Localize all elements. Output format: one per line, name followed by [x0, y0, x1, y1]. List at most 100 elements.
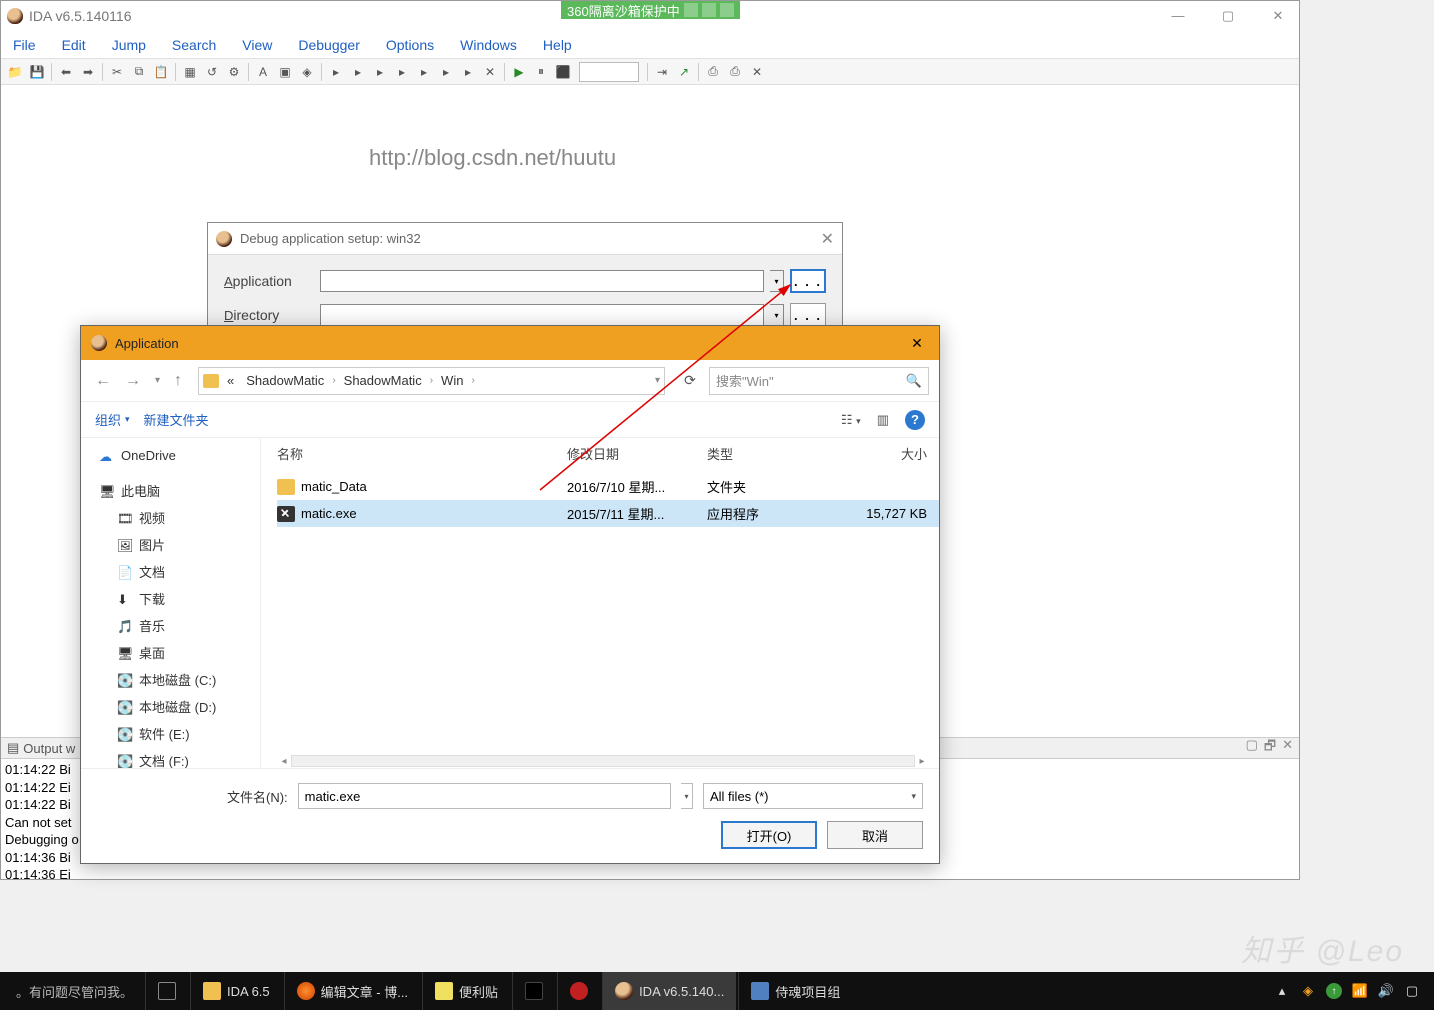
- application-browse-button[interactable]: . . .: [790, 269, 826, 293]
- tb-tool-icon[interactable]: ▸: [348, 62, 368, 82]
- help-icon[interactable]: ?: [905, 410, 925, 430]
- sidebar-item-onedrive[interactable]: ☁OneDrive: [85, 444, 256, 467]
- close-icon[interactable]: ✕: [821, 229, 834, 249]
- menu-windows[interactable]: Windows: [454, 35, 523, 55]
- scroll-left-icon[interactable]: ◂: [277, 754, 291, 768]
- tb-tool-icon[interactable]: ▦: [180, 62, 200, 82]
- nav-up-icon[interactable]: ↑: [170, 372, 186, 390]
- sidebar-item-video[interactable]: 🎞视频: [85, 504, 256, 531]
- cortana-hint[interactable]: 。有问题尽管问我。: [6, 982, 143, 1001]
- directory-input[interactable]: [320, 304, 764, 326]
- menu-search[interactable]: Search: [166, 35, 222, 55]
- sidebar-item-downloads[interactable]: ⬇下载: [85, 585, 256, 612]
- directory-dropdown-icon[interactable]: ▾: [770, 304, 784, 326]
- sidebar-item-disk-e[interactable]: 💽软件 (E:): [85, 720, 256, 747]
- tray-notification-icon[interactable]: ▢: [1404, 983, 1420, 999]
- bc-lead[interactable]: «: [223, 373, 238, 388]
- sidebar-item-disk-f[interactable]: 💽文档 (F:): [85, 747, 256, 768]
- filename-input[interactable]: matic.exe: [298, 783, 671, 809]
- taskbar-item[interactable]: IDA v6.5.140...: [602, 972, 736, 1010]
- application-input[interactable]: [320, 270, 764, 292]
- tb-cut-icon[interactable]: ✂: [107, 62, 127, 82]
- sidebar-item-pictures[interactable]: 🖼图片: [85, 531, 256, 558]
- sandbox-btn-3[interactable]: [720, 3, 734, 17]
- tb-tool-icon[interactable]: ↗: [674, 62, 694, 82]
- tb-stop-icon[interactable]: ⬛: [553, 62, 573, 82]
- menu-edit[interactable]: Edit: [56, 35, 92, 55]
- tray-volume-icon[interactable]: 🔊: [1378, 983, 1394, 999]
- tb-copy-icon[interactable]: ⧉: [129, 62, 149, 82]
- bc-segment[interactable]: ShadowMatic: [242, 373, 328, 388]
- tb-tool-icon[interactable]: ▸: [392, 62, 412, 82]
- file-row[interactable]: matic_Data 2016/7/10 星期... 文件夹: [277, 473, 939, 500]
- tb-tool-icon[interactable]: ▸: [414, 62, 434, 82]
- sandbox-btn-2[interactable]: [702, 3, 716, 17]
- tb-tool-icon[interactable]: ◈: [297, 62, 317, 82]
- tb-pause-icon[interactable]: ⏸: [531, 62, 551, 82]
- refresh-icon[interactable]: ⟳: [677, 368, 703, 394]
- tray-shield-icon[interactable]: ◈: [1300, 983, 1316, 999]
- menu-view[interactable]: View: [236, 35, 278, 55]
- tb-back-icon[interactable]: ⬅: [56, 62, 76, 82]
- tray-up-icon[interactable]: ▴: [1274, 983, 1290, 999]
- tb-tool-icon[interactable]: ⎙: [725, 62, 745, 82]
- maximize-button[interactable]: ▢: [1213, 8, 1243, 24]
- minimize-button[interactable]: —: [1163, 8, 1193, 24]
- tb-tool-icon[interactable]: ✕: [480, 62, 500, 82]
- tb-tool-icon[interactable]: ⚙: [224, 62, 244, 82]
- panel-close-icon[interactable]: ✕: [1282, 737, 1293, 759]
- scroll-right-icon[interactable]: ▸: [915, 754, 929, 768]
- sandbox-btn-1[interactable]: [684, 3, 698, 17]
- tb-debugger-dropdown[interactable]: [579, 62, 639, 82]
- cancel-button[interactable]: 取消: [827, 821, 923, 849]
- tray-wifi-icon[interactable]: 📶: [1352, 983, 1368, 999]
- taskbar-item[interactable]: 便利贴: [422, 972, 510, 1010]
- nav-fwd-icon[interactable]: →: [121, 372, 145, 390]
- bc-segment[interactable]: Win: [437, 373, 467, 388]
- taskbar-item[interactable]: IDA 6.5: [190, 972, 282, 1010]
- sidebar-item-disk-c[interactable]: 💽本地磁盘 (C:): [85, 666, 256, 693]
- tb-tool-icon[interactable]: ▸: [326, 62, 346, 82]
- menu-help[interactable]: Help: [537, 35, 578, 55]
- taskbar-item[interactable]: [512, 972, 555, 1010]
- view-mode-icon[interactable]: ☷ ▾: [841, 412, 861, 428]
- close-button[interactable]: ✕: [1263, 8, 1293, 24]
- filename-dropdown-icon[interactable]: ▾: [681, 783, 693, 809]
- tb-tool-icon[interactable]: ▸: [458, 62, 478, 82]
- menu-debugger[interactable]: Debugger: [292, 35, 366, 55]
- organize-button[interactable]: 组织 ▾: [95, 410, 130, 429]
- close-icon[interactable]: ✕: [905, 331, 929, 355]
- tb-tool-icon[interactable]: ▸: [370, 62, 390, 82]
- breadcrumb[interactable]: « ShadowMatic › ShadowMatic › Win › ▾: [198, 367, 665, 395]
- scroll-track[interactable]: [291, 755, 915, 767]
- preview-pane-icon[interactable]: ▥: [877, 412, 889, 428]
- nav-back-icon[interactable]: ←: [91, 372, 115, 390]
- menu-jump[interactable]: Jump: [106, 35, 152, 55]
- col-name[interactable]: 名称: [277, 444, 567, 463]
- tb-run-icon[interactable]: ▶: [509, 62, 529, 82]
- col-date[interactable]: 修改日期: [567, 444, 707, 463]
- tb-tool-icon[interactable]: ⎙: [703, 62, 723, 82]
- tb-save-icon[interactable]: 💾: [27, 62, 47, 82]
- tray-360-icon[interactable]: ↑: [1326, 983, 1342, 999]
- taskview-button[interactable]: [145, 972, 188, 1010]
- tb-tool-icon[interactable]: ✕: [747, 62, 767, 82]
- panel-min-icon[interactable]: ▢: [1246, 737, 1258, 759]
- file-row[interactable]: matic.exe 2015/7/11 星期... 应用程序 15,727 KB: [277, 500, 939, 527]
- taskbar-item[interactable]: 编辑文章 - 博...: [284, 972, 420, 1010]
- filter-dropdown[interactable]: All files (*)▾: [703, 783, 923, 809]
- panel-float-icon[interactable]: 🗗: [1264, 737, 1276, 759]
- taskbar-item[interactable]: 侍魂项目组: [738, 972, 852, 1010]
- sidebar-item-desktop[interactable]: 🖥桌面: [85, 639, 256, 666]
- taskbar-item[interactable]: [557, 972, 600, 1010]
- open-button[interactable]: 打开(O): [721, 821, 817, 849]
- tb-tool-icon[interactable]: A: [253, 62, 273, 82]
- tb-tool-icon[interactable]: ▸: [436, 62, 456, 82]
- chevron-down-icon[interactable]: ▾: [655, 375, 660, 386]
- menu-options[interactable]: Options: [380, 35, 440, 55]
- tb-tool-icon[interactable]: ▣: [275, 62, 295, 82]
- sidebar-item-music[interactable]: 🎵音乐: [85, 612, 256, 639]
- menu-file[interactable]: File: [7, 35, 42, 55]
- application-dropdown-icon[interactable]: ▾: [770, 270, 784, 292]
- tb-fwd-icon[interactable]: ➡: [78, 62, 98, 82]
